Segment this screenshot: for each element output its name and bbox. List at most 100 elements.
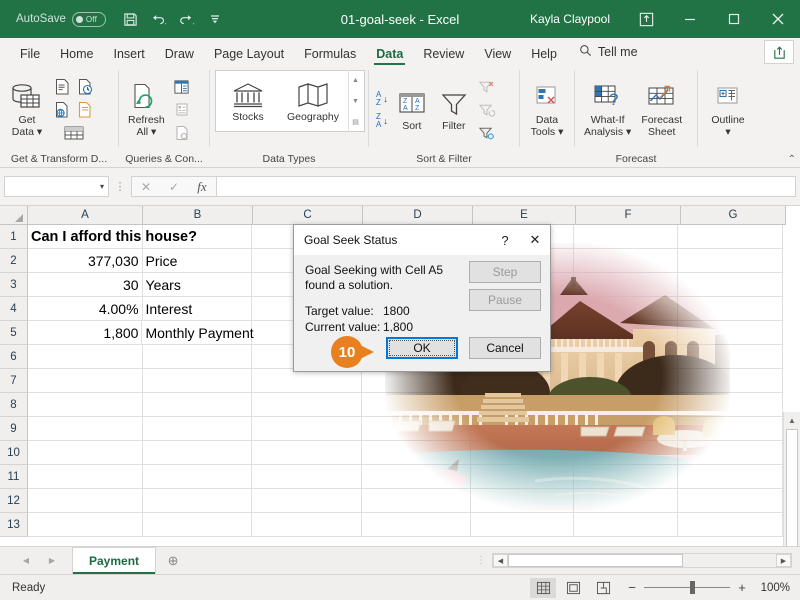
close-icon[interactable] — [756, 0, 800, 38]
previous-sheet-icon[interactable]: ◀ — [14, 551, 38, 571]
cell-a1[interactable]: Can I afford this house? — [28, 225, 197, 248]
gallery-up-icon[interactable]: ▲ — [349, 70, 362, 91]
cell-b4[interactable]: Interest — [143, 297, 253, 320]
cancel-button[interactable]: Cancel — [469, 337, 541, 359]
autosave-toggle[interactable]: Off — [71, 11, 106, 27]
column-header-d[interactable]: D — [363, 206, 473, 225]
sort-descending-icon[interactable]: Z A ↓ — [376, 112, 388, 129]
cell-g4[interactable] — [678, 297, 783, 320]
column-header-e[interactable]: E — [473, 206, 576, 225]
row-header-13[interactable]: 13 — [0, 513, 28, 537]
add-sheet-icon[interactable]: ⊕ — [156, 548, 190, 574]
cell-a13[interactable] — [28, 513, 143, 536]
cell-f3[interactable] — [574, 273, 679, 296]
cell-g1[interactable] — [678, 225, 783, 248]
filter-button[interactable]: Filter — [434, 85, 474, 135]
restore-icon[interactable] — [712, 0, 756, 38]
gallery-down-icon[interactable]: ▼ — [349, 91, 362, 112]
cell-a2[interactable]: 377,030 — [28, 249, 143, 272]
data-tools-button[interactable]: Data Tools ▾ — [527, 79, 568, 140]
cell-g2[interactable] — [678, 249, 783, 272]
cell-f12[interactable] — [574, 489, 679, 512]
select-all-corner[interactable] — [0, 206, 28, 225]
ok-button[interactable]: OK — [386, 337, 458, 359]
reapply-filter-icon[interactable] — [476, 99, 498, 121]
close-icon[interactable]: ✕ — [520, 225, 550, 255]
cancel-icon[interactable]: ✕ — [132, 176, 160, 197]
row-header-3[interactable]: 3 — [0, 273, 28, 297]
autosave-control[interactable]: AutoSave Off — [16, 11, 106, 27]
sheet-bar-resize-handle[interactable]: ⋮ — [476, 555, 492, 566]
cell-g9[interactable] — [678, 417, 783, 440]
zoom-slider-thumb[interactable] — [690, 581, 695, 594]
normal-view-icon[interactable] — [530, 577, 556, 598]
cell-f7[interactable] — [574, 369, 679, 392]
minimize-icon[interactable] — [668, 0, 712, 38]
ribbon-tab-help[interactable]: Help — [521, 44, 567, 67]
cell-d10[interactable] — [362, 441, 472, 464]
cell-a7[interactable] — [28, 369, 143, 392]
cell-e8[interactable] — [471, 393, 574, 416]
edit-links-icon[interactable] — [171, 122, 193, 144]
from-web-icon[interactable] — [51, 99, 73, 121]
row-header-11[interactable]: 11 — [0, 465, 28, 489]
zoom-out-button[interactable]: − — [626, 580, 638, 595]
cell-g3[interactable] — [678, 273, 783, 296]
formula-input[interactable] — [216, 176, 796, 197]
ribbon-display-options-icon[interactable] — [624, 0, 668, 38]
row-header-4[interactable]: 4 — [0, 297, 28, 321]
scroll-up-icon[interactable]: ▲ — [784, 412, 800, 429]
cell-d9[interactable] — [362, 417, 472, 440]
step-button[interactable]: Step — [469, 261, 541, 283]
cell-e9[interactable] — [471, 417, 574, 440]
refresh-all-button[interactable]: Refresh All ▾ — [124, 79, 169, 140]
ribbon-tab-view[interactable]: View — [474, 44, 521, 67]
zoom-in-button[interactable]: + — [736, 580, 748, 595]
save-icon[interactable] — [118, 6, 144, 32]
row-header-10[interactable]: 10 — [0, 441, 28, 465]
tell-me-search[interactable]: Tell me — [567, 40, 646, 66]
cell-a9[interactable] — [28, 417, 143, 440]
cell-a6[interactable] — [28, 345, 143, 368]
cell-f4[interactable] — [574, 297, 679, 320]
cell-b8[interactable] — [143, 393, 253, 416]
insert-function-icon[interactable]: fx — [188, 176, 216, 197]
cell-d8[interactable] — [362, 393, 472, 416]
cell-b3[interactable]: Years — [143, 273, 253, 296]
collapse-ribbon-icon[interactable]: ⌃ — [788, 154, 796, 165]
cell-b2[interactable]: Price — [143, 249, 253, 272]
cell-b13[interactable] — [143, 513, 253, 536]
cell-a8[interactable] — [28, 393, 143, 416]
scroll-left-icon[interactable]: ◀ — [493, 554, 508, 567]
from-text-csv-icon[interactable] — [51, 76, 73, 98]
ribbon-tab-data[interactable]: Data — [366, 44, 413, 67]
row-header-9[interactable]: 9 — [0, 417, 28, 441]
pause-button[interactable]: Pause — [469, 289, 541, 311]
chevron-down-icon[interactable]: ▾ — [100, 182, 104, 191]
cell-b11[interactable] — [143, 465, 253, 488]
ribbon-tab-file[interactable]: File — [10, 44, 50, 67]
horizontal-scroll-track[interactable] — [508, 554, 776, 567]
cell-a11[interactable] — [28, 465, 143, 488]
cell-f8[interactable] — [574, 393, 679, 416]
cell-g12[interactable] — [678, 489, 783, 512]
column-header-c[interactable]: C — [253, 206, 363, 225]
help-icon[interactable]: ? — [490, 225, 520, 255]
ribbon-tab-insert[interactable]: Insert — [104, 44, 155, 67]
redo-icon[interactable] — [174, 6, 200, 32]
next-sheet-icon[interactable]: ▶ — [40, 551, 64, 571]
row-header-6[interactable]: 6 — [0, 345, 28, 369]
cell-g8[interactable] — [678, 393, 783, 416]
cell-a4[interactable]: 4.00% — [28, 297, 143, 320]
cell-f9[interactable] — [574, 417, 679, 440]
forecast-sheet-button[interactable]: Forecast Sheet — [637, 79, 686, 140]
cell-f13[interactable] — [574, 513, 679, 536]
name-box[interactable]: ▾ — [4, 176, 109, 197]
cell-c12[interactable] — [252, 489, 362, 512]
confirm-icon[interactable]: ✓ — [160, 176, 188, 197]
ribbon-tab-home[interactable]: Home — [50, 44, 103, 67]
stocks-button[interactable]: Stocks — [218, 76, 278, 126]
ribbon-tab-review[interactable]: Review — [413, 44, 474, 67]
share-icon[interactable] — [764, 40, 794, 64]
geography-button[interactable]: Geography — [278, 76, 348, 126]
